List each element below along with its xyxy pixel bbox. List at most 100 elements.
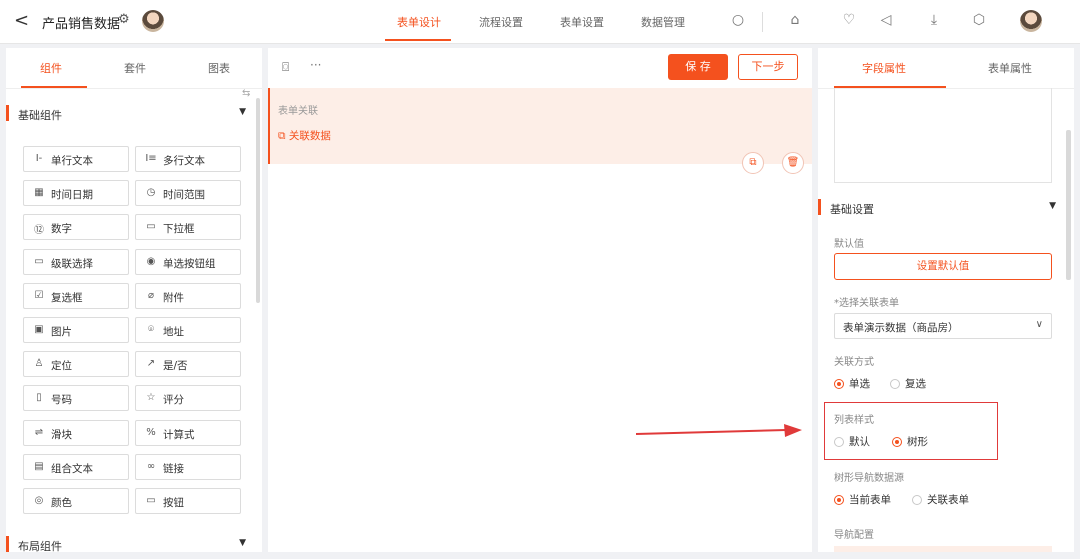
tab-kits[interactable]: 套件 bbox=[124, 60, 146, 76]
component-icon: ∞ bbox=[146, 460, 156, 472]
component-item[interactable]: ⑫ 数字 bbox=[23, 214, 129, 241]
component-item[interactable]: % 计算式 bbox=[135, 419, 241, 446]
more-icon[interactable]: ··· bbox=[310, 58, 321, 72]
back-button[interactable]: < bbox=[14, 10, 29, 31]
tab-form-design[interactable]: 表单设计 bbox=[397, 14, 441, 30]
swap-icon[interactable]: ⇆ bbox=[242, 88, 250, 99]
radio-dot bbox=[892, 437, 902, 447]
component-label: 附件 bbox=[163, 291, 184, 304]
component-label: 按钮 bbox=[163, 497, 184, 509]
component-item[interactable]: ∞ 链接 bbox=[135, 453, 241, 480]
radio-dot bbox=[834, 495, 844, 505]
component-item[interactable]: ☆ 评分 bbox=[135, 385, 241, 412]
component-icon: I≡ bbox=[145, 153, 157, 164]
component-item[interactable]: I- 单行文本 bbox=[23, 146, 129, 172]
radio-label: 关联表单 bbox=[927, 494, 969, 506]
left-scrollbar[interactable] bbox=[256, 98, 260, 303]
related-data-link[interactable]: ⧉ 关联数据 bbox=[278, 128, 331, 143]
component-item[interactable]: ▯ 号码 bbox=[23, 385, 129, 412]
user-avatar[interactable] bbox=[1020, 10, 1042, 32]
radio-dot bbox=[834, 379, 844, 389]
component-label: 评分 bbox=[163, 394, 184, 407]
toolbar-divider bbox=[762, 12, 763, 32]
component-label: 计算式 bbox=[163, 428, 195, 441]
next-step-button[interactable]: 下一步 bbox=[738, 54, 798, 80]
tab-workflow[interactable]: 流程设置 bbox=[479, 14, 523, 30]
component-label: 组合文本 bbox=[51, 462, 93, 475]
component-item[interactable]: ▭ 下拉框 bbox=[135, 214, 241, 241]
shirt-icon[interactable]: ♡ bbox=[840, 11, 858, 29]
save-button[interactable]: 保 存 bbox=[668, 54, 728, 80]
caret-down-icon: ▼ bbox=[239, 538, 246, 548]
tab-charts[interactable]: 图表 bbox=[208, 60, 230, 76]
component-item[interactable]: ▭ 按钮 bbox=[135, 488, 241, 514]
component-item[interactable]: ▣ 图片 bbox=[23, 317, 129, 343]
preview-icon[interactable]: ⌼ bbox=[282, 60, 289, 75]
search-icon[interactable]: ○ bbox=[729, 11, 747, 29]
top-bar: < 产品销售数据 ⚙ 表单设计 流程设置 表单设置 数据管理 ○ ⌂ ♡ ◁ ⤓… bbox=[0, 0, 1080, 44]
component-item[interactable]: ⌀ 附件 bbox=[135, 282, 241, 309]
component-icon: ↗ bbox=[146, 358, 156, 370]
default-value-label: 默认值 bbox=[834, 239, 864, 250]
download-icon[interactable]: ⤓ bbox=[925, 11, 943, 29]
component-item[interactable]: ◷ 时间范围 bbox=[135, 180, 241, 207]
home-icon[interactable]: ⌂ bbox=[786, 11, 804, 29]
property-panel: 字段属性 表单属性 基础设置 ▼ 默认值 设置默认值 *选择关联表单 表单演示数… bbox=[818, 48, 1074, 552]
component-icon: ▭ bbox=[34, 255, 44, 267]
settings-icon[interactable]: ⬡ bbox=[970, 11, 988, 29]
select-form-label: *选择关联表单 bbox=[834, 298, 899, 309]
component-label: 定位 bbox=[51, 360, 72, 373]
component-item[interactable]: ▦ 时间日期 bbox=[23, 180, 129, 207]
component-item[interactable]: ⌾ 地址 bbox=[135, 317, 241, 343]
selected-form-field[interactable]: 表单关联 ⧉ 关联数据 ⧉ 🗑 bbox=[268, 88, 812, 174]
section-layout-components[interactable]: 布局组件 ▼ bbox=[6, 534, 254, 554]
avatar[interactable] bbox=[142, 10, 164, 32]
component-item[interactable]: ◉ 单选按钮组 bbox=[135, 248, 241, 275]
tab-data-management[interactable]: 数据管理 bbox=[641, 14, 685, 30]
section-marker bbox=[818, 199, 821, 215]
section-marker bbox=[6, 536, 9, 552]
component-item[interactable]: ↗ 是/否 bbox=[135, 351, 241, 378]
component-icon: ☆ bbox=[146, 392, 156, 404]
tab-form-settings[interactable]: 表单设置 bbox=[560, 14, 604, 30]
tab-form-properties[interactable]: 表单属性 bbox=[988, 60, 1032, 76]
description-textarea[interactable] bbox=[834, 88, 1052, 183]
caret-down-icon: ▼ bbox=[239, 107, 246, 117]
tab-components[interactable]: 组件 bbox=[40, 60, 62, 76]
radio-dot bbox=[912, 495, 922, 505]
component-item[interactable]: ☑ 复选框 bbox=[23, 282, 129, 309]
section-basic-components[interactable]: 基础组件 ▼ bbox=[6, 103, 254, 123]
component-label: 地址 bbox=[163, 326, 184, 338]
section-marker bbox=[6, 105, 9, 121]
copy-field-button[interactable]: ⧉ bbox=[742, 152, 764, 174]
form-canvas: ⌼ ··· 保 存 下一步 表单关联 ⧉ 关联数据 ⧉ 🗑 bbox=[268, 48, 812, 552]
component-item[interactable]: ▤ 组合文本 bbox=[23, 453, 129, 480]
component-item[interactable]: I≡ 多行文本 bbox=[135, 146, 241, 172]
chevron-down-icon: ∨ bbox=[1035, 319, 1043, 330]
component-icon: ◷ bbox=[146, 187, 156, 199]
app-title: 产品销售数据 bbox=[42, 17, 121, 32]
delete-field-button[interactable]: 🗑 bbox=[782, 152, 804, 174]
set-default-value-button[interactable]: 设置默认值 bbox=[834, 253, 1052, 280]
gear-icon[interactable]: ⚙ bbox=[118, 12, 130, 27]
announcement-icon[interactable]: ◁ bbox=[877, 11, 895, 29]
component-icon: ☑ bbox=[34, 289, 44, 301]
component-icon: ◎ bbox=[34, 495, 44, 506]
component-icon: ▤ bbox=[34, 460, 44, 472]
component-item[interactable]: ♙ 定位 bbox=[23, 351, 129, 378]
tab-field-properties[interactable]: 字段属性 bbox=[862, 60, 906, 76]
component-item[interactable]: ▭ 级联选择 bbox=[23, 248, 129, 275]
component-label: 颜色 bbox=[51, 497, 72, 509]
component-icon: ▦ bbox=[34, 187, 44, 199]
right-scrollbar[interactable] bbox=[1066, 130, 1071, 280]
component-item[interactable]: ⇌ 滑块 bbox=[23, 419, 129, 446]
component-label: 单行文本 bbox=[51, 155, 93, 167]
section-basic-settings[interactable]: 基础设置 ▼ bbox=[818, 197, 1064, 217]
component-label: 时间日期 bbox=[51, 189, 93, 202]
component-label: 单选按钮组 bbox=[163, 257, 216, 270]
nav-config-strip bbox=[834, 546, 1052, 552]
component-item[interactable]: ◎ 颜色 bbox=[23, 488, 129, 514]
list-style-label: 列表样式 bbox=[834, 415, 874, 426]
related-form-select[interactable]: 表单演示数据（商品房） ∨ bbox=[834, 313, 1052, 339]
select-value: 表单演示数据（商品房） bbox=[843, 322, 959, 334]
